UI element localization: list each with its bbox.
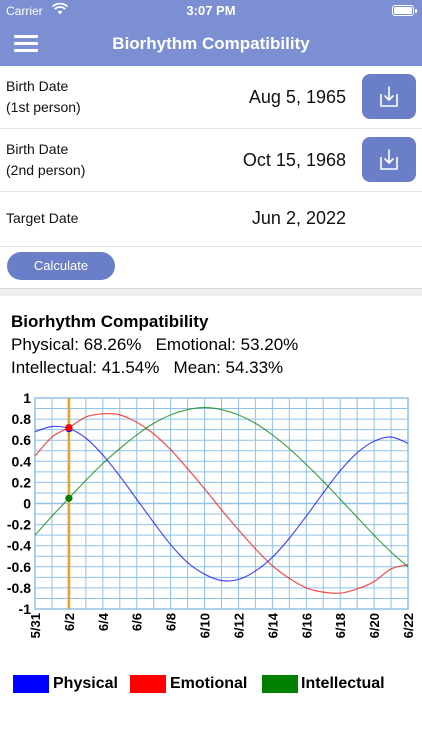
battery-icon — [392, 5, 417, 16]
marker-point-intellectual — [65, 494, 73, 502]
x-tick-label: 5/31 — [28, 613, 43, 638]
x-tick-label: 6/22 — [401, 613, 416, 638]
target-date-label: Target Date — [6, 210, 79, 226]
birth-date-1-value[interactable]: Aug 5, 1965 — [249, 87, 346, 108]
section-separator — [0, 288, 422, 296]
legend-intellectual-swatch — [262, 675, 298, 693]
status-bar: Carrier 3:07 PM — [0, 0, 422, 22]
import-birth-date-1-button[interactable] — [362, 74, 416, 119]
y-tick-label: -0.8 — [7, 580, 31, 596]
x-tick-label: 6/20 — [367, 613, 382, 638]
birth-date-2-label-line1: Birth Date — [6, 141, 69, 157]
birth-date-2-label: Birth Date (2nd person) — [6, 139, 85, 181]
page-title: Biorhythm Compatibility — [112, 34, 310, 53]
birth-date-1-label: Birth Date (1st person) — [6, 76, 81, 118]
legend-emotional-swatch — [130, 675, 166, 693]
results-line-2: Intellectual: 41.54% Mean: 54.33% — [11, 358, 284, 377]
download-tray-icon — [380, 86, 398, 107]
marker-point-emotional — [65, 423, 73, 432]
y-tick-label: 0.4 — [12, 453, 32, 469]
legend-physical-label: Physical — [53, 675, 118, 692]
import-birth-date-2-button[interactable] — [362, 137, 416, 182]
legend-emotional-label: Emotional — [170, 675, 248, 692]
y-tick-label: 0.6 — [12, 432, 32, 448]
birth-date-2-row[interactable]: Birth Date (2nd person) Oct 15, 1968 — [0, 129, 422, 192]
x-tick-label: 6/6 — [130, 613, 145, 631]
navigation-bar: Biorhythm Compatibility — [0, 22, 422, 66]
download-tray-icon — [380, 149, 398, 170]
y-tick-label: 0.8 — [12, 411, 32, 427]
legend-intellectual-label: Intellectual — [301, 675, 385, 692]
y-tick-label: -0.4 — [7, 538, 31, 554]
x-tick-label: 6/12 — [231, 613, 246, 638]
x-tick-label: 6/8 — [164, 613, 179, 631]
legend-physical-swatch — [13, 675, 49, 693]
target-date-value[interactable]: Jun 2, 2022 — [252, 208, 346, 229]
results-line-1: Physical: 68.26% Emotional: 53.20% — [11, 335, 299, 354]
target-date-row[interactable]: Target Date Jun 2, 2022 — [0, 192, 422, 247]
y-tick-label: 1 — [23, 390, 31, 406]
birth-date-1-label-line2: (1st person) — [6, 99, 81, 115]
birth-date-1-row[interactable]: Birth Date (1st person) Aug 5, 1965 — [0, 66, 422, 129]
clock: 3:07 PM — [186, 3, 236, 18]
x-tick-label: 6/18 — [333, 613, 348, 638]
chart-legend: Physical Emotional Intellectual — [0, 674, 422, 694]
birth-date-1-label-line1: Birth Date — [6, 78, 69, 94]
x-tick-label: 6/10 — [198, 613, 213, 638]
y-tick-label: -0.6 — [7, 559, 31, 575]
y-tick-label: 0.2 — [12, 474, 32, 490]
x-tick-label: 6/14 — [265, 612, 280, 638]
x-tick-label: 6/4 — [96, 612, 111, 631]
birth-date-2-label-line2: (2nd person) — [6, 162, 86, 178]
biorhythm-chart: 10.80.60.40.20-0.2-0.4-0.6-0.8-15/31 6/2 6… — [7, 390, 416, 638]
y-tick-label: 0 — [23, 496, 31, 512]
results-title: Biorhythm Compatibility — [11, 312, 209, 331]
x-tick-label: 6/16 — [299, 613, 314, 638]
birth-date-2-value[interactable]: Oct 15, 1968 — [243, 150, 346, 171]
y-tick-label: -0.2 — [7, 517, 31, 533]
x-tick-label: 6/2 — [62, 613, 77, 631]
calculate-button[interactable]: Calculate — [7, 252, 115, 280]
